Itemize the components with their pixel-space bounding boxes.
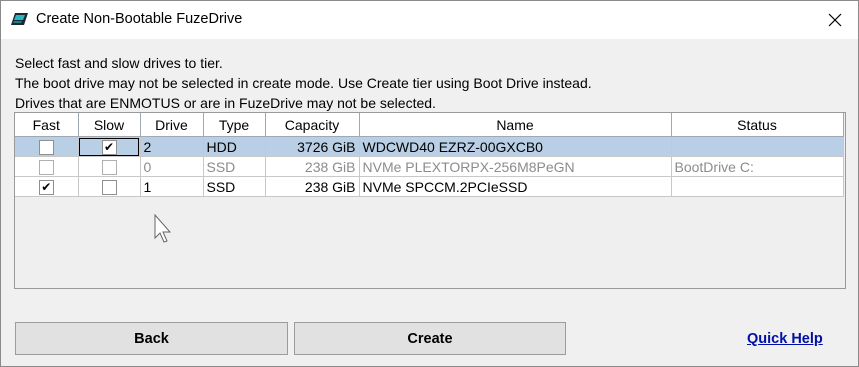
fast-checkbox[interactable]: ✔ xyxy=(38,179,54,195)
column-header-type[interactable]: Type xyxy=(203,113,266,137)
checkmark-icon: ✔ xyxy=(103,139,115,154)
drive-cell: 0 xyxy=(140,156,204,177)
instructions: Select fast and slow drives to tier. The… xyxy=(15,53,592,113)
status-cell xyxy=(671,136,844,157)
name-cell: NVMe SPCCM.2PCIeSSD xyxy=(359,176,672,197)
quick-help-link[interactable]: Quick Help xyxy=(747,331,823,347)
capacity-cell: 3726 GiB xyxy=(265,136,360,157)
slow-checkbox xyxy=(101,159,117,175)
column-header-slow[interactable]: Slow xyxy=(78,113,141,137)
mouse-pointer-icon xyxy=(154,214,172,243)
slow-cell xyxy=(78,176,141,197)
capacity-cell: 238 GiB xyxy=(265,156,360,177)
slow-checkbox[interactable] xyxy=(101,179,117,195)
column-header-fast[interactable]: Fast xyxy=(15,113,79,137)
fast-checkbox xyxy=(38,159,54,175)
type-cell: SSD xyxy=(203,156,266,177)
drive-cell: 1 xyxy=(140,176,204,197)
drive-cell: 2 xyxy=(140,136,204,157)
status-cell: BootDrive C: xyxy=(671,156,844,177)
title-bar: Create Non-Bootable FuzeDrive xyxy=(1,1,858,39)
capacity-cell: 238 GiB xyxy=(265,176,360,197)
back-button[interactable]: Back xyxy=(15,322,288,355)
dialog-window: Create Non-Bootable FuzeDrive Select fas… xyxy=(0,0,859,367)
drives-table: Fast Slow Drive Type Capacity Name Statu… xyxy=(14,112,846,289)
window-title: Create Non-Bootable FuzeDrive xyxy=(36,11,243,27)
type-cell: HDD xyxy=(203,136,266,157)
close-icon xyxy=(828,13,842,27)
table-header-row: Fast Slow Drive Type Capacity Name Statu… xyxy=(15,113,844,137)
fast-checkbox[interactable] xyxy=(38,139,54,155)
fast-cell xyxy=(15,156,79,177)
column-header-capacity[interactable]: Capacity xyxy=(265,113,360,137)
instruction-line: The boot drive may not be selected in cr… xyxy=(15,75,592,91)
close-button[interactable] xyxy=(812,1,858,39)
slow-cell xyxy=(78,156,141,177)
instruction-line: Drives that are ENMOTUS or are in FuzeDr… xyxy=(15,95,436,111)
column-header-status[interactable]: Status xyxy=(671,113,844,137)
slow-cell: ✔ xyxy=(78,136,141,157)
table-row[interactable]: ✔ 1 SSD 238 GiB NVMe SPCCM.2PCIeSSD xyxy=(15,176,844,197)
checkmark-icon: ✔ xyxy=(41,179,52,194)
fast-cell xyxy=(15,136,79,157)
drives-grid: Fast Slow Drive Type Capacity Name Statu… xyxy=(15,113,844,197)
instruction-line: Select fast and slow drives to tier. xyxy=(15,55,223,71)
fuzedrive-app-icon xyxy=(11,13,28,25)
name-cell: NVMe PLEXTORPX-256M8PeGN xyxy=(359,156,672,177)
column-header-drive[interactable]: Drive xyxy=(140,113,204,137)
type-cell: SSD xyxy=(203,176,266,197)
table-row[interactable]: 0 SSD 238 GiB NVMe PLEXTORPX-256M8PeGN BootD… xyxy=(15,156,844,177)
table-row[interactable]: ✔ 2 HDD 3726 GiB WDCWD40 EZRZ-00GXCB0 xyxy=(15,136,844,157)
slow-checkbox[interactable]: ✔ xyxy=(101,139,117,155)
status-cell xyxy=(671,176,844,197)
create-button[interactable]: Create xyxy=(294,322,566,355)
column-header-name[interactable]: Name xyxy=(359,113,672,137)
name-cell: WDCWD40 EZRZ-00GXCB0 xyxy=(359,136,672,157)
fast-cell: ✔ xyxy=(15,176,79,197)
